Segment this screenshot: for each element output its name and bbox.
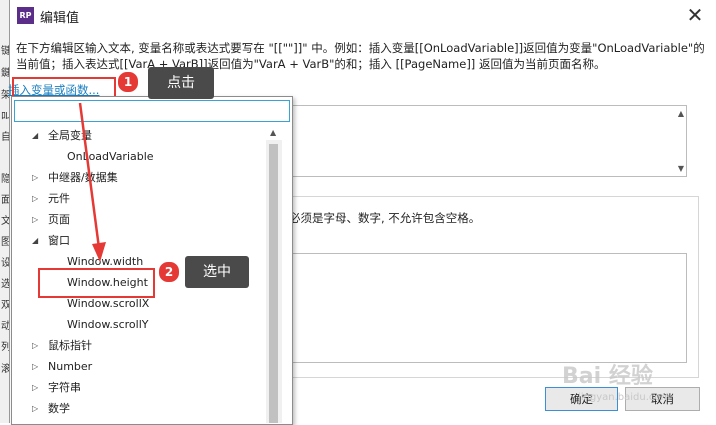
step2-number-badge: 2 xyxy=(158,261,180,283)
watermark-text: Bai 经验 xyxy=(562,364,653,389)
step1-label: 点击 xyxy=(148,67,214,99)
step1-number-badge: 1 xyxy=(117,71,139,93)
watermark-url: jingyan.baidu.com xyxy=(578,392,671,403)
step2-label: 选中 xyxy=(185,256,249,288)
